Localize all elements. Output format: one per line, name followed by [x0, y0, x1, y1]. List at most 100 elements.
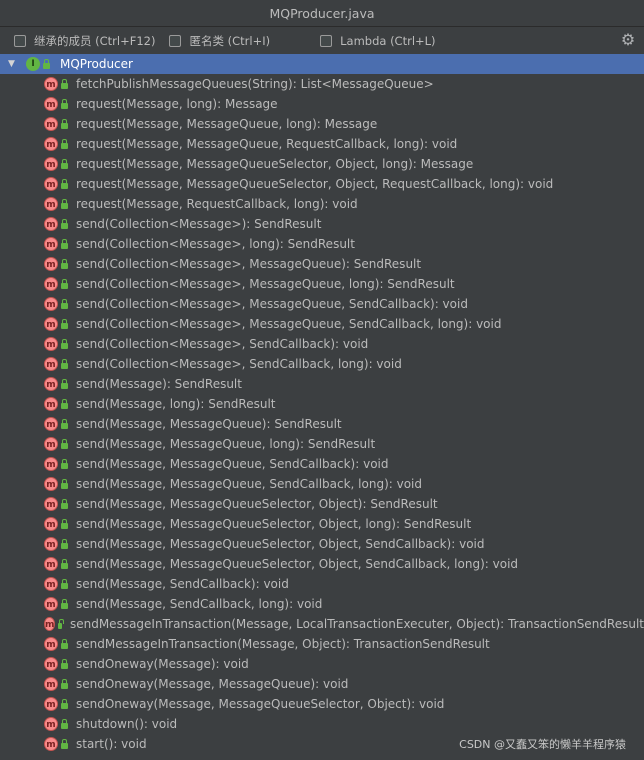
method-icon: m — [44, 137, 58, 151]
tree-method-item[interactable]: m request(Message, RequestCallback, long)… — [0, 194, 644, 214]
method-icon: m — [44, 317, 58, 331]
public-lock-icon — [61, 119, 68, 129]
gear-icon[interactable]: ⚙ — [620, 32, 636, 48]
public-lock-icon — [61, 559, 68, 569]
public-lock-icon — [61, 399, 68, 409]
method-icon: m — [44, 557, 58, 571]
tree-method-item[interactable]: m send(Message): SendResult — [0, 374, 644, 394]
method-icon: m — [44, 177, 58, 191]
public-lock-icon — [61, 679, 68, 689]
tree-root-label: MQProducer — [60, 57, 133, 71]
tree-method-item[interactable]: m send(Collection<Message>, MessageQueue,… — [0, 274, 644, 294]
public-lock-icon — [61, 99, 68, 109]
method-icon: m — [44, 197, 58, 211]
method-signature: send(Message, MessageQueueSelector, Obje… — [76, 517, 472, 531]
tree-method-item[interactable]: m sendOneway(Message): void — [0, 654, 644, 674]
method-signature: request(Message, MessageQueueSelector, O… — [76, 157, 474, 171]
tree-method-item[interactable]: m sendOneway(Message, MessageQueue): void — [0, 674, 644, 694]
public-lock-icon — [61, 339, 68, 349]
tree-method-item[interactable]: m send(Collection<Message>, SendCallback)… — [0, 334, 644, 354]
public-lock-icon — [61, 299, 68, 309]
tree-method-item[interactable]: m send(Collection<Message>, SendCallback,… — [0, 354, 644, 374]
method-signature: send(Message, long): SendResult — [76, 397, 276, 411]
tree-method-item[interactable]: m send(Message, MessageQueue): SendResult — [0, 414, 644, 434]
tree-method-item[interactable]: m send(Message, SendCallback, long): void — [0, 594, 644, 614]
public-lock-icon — [61, 419, 68, 429]
tree-method-item[interactable]: m send(Message, MessageQueue, long): Send… — [0, 434, 644, 454]
tree-root[interactable]: ▼ I MQProducer — [0, 54, 644, 74]
public-lock-icon — [61, 179, 68, 189]
method-signature: send(Message, MessageQueue): SendResult — [76, 417, 342, 431]
tree-method-item[interactable]: m sendMessageInTransaction(Message, Local… — [0, 614, 644, 634]
anonymous-classes-option[interactable]: 匿名类 (Ctrl+I) — [169, 33, 270, 49]
method-signature: sendOneway(Message, MessageQueue): void — [76, 677, 349, 691]
anonymous-classes-checkbox[interactable] — [169, 34, 182, 47]
public-lock-icon — [61, 199, 68, 209]
tree-method-item[interactable]: m send(Collection<Message>, MessageQueue,… — [0, 294, 644, 314]
public-lock-icon — [61, 519, 68, 529]
tree-method-item[interactable]: m request(Message, MessageQueueSelector, … — [0, 174, 644, 194]
public-lock-icon — [61, 239, 68, 249]
method-icon: m — [44, 477, 58, 491]
method-icon: m — [44, 77, 58, 91]
tree-method-item[interactable]: m request(Message, MessageQueueSelector, … — [0, 154, 644, 174]
anonymous-classes-label: 匿名类 (Ctrl+I) — [189, 33, 271, 48]
tree-method-item[interactable]: m send(Message, MessageQueue, SendCallbac… — [0, 454, 644, 474]
method-signature: send(Message, SendCallback, long): void — [76, 597, 323, 611]
tree-method-item[interactable]: m send(Message, MessageQueue, SendCallbac… — [0, 474, 644, 494]
method-signature: send(Message, MessageQueue, SendCallback… — [76, 477, 423, 491]
public-lock-icon — [58, 619, 64, 629]
method-icon: m — [44, 617, 56, 631]
method-icon: m — [44, 737, 58, 751]
tree-method-item[interactable]: m fetchPublishMessageQueues(String): List… — [0, 74, 644, 94]
public-lock-icon — [61, 639, 68, 649]
tree-method-item[interactable]: m sendOneway(Message, MessageQueueSelecto… — [0, 694, 644, 714]
method-signature: request(Message, RequestCallback, long):… — [76, 197, 358, 211]
inherited-members-option[interactable]: 继承的成员 (Ctrl+F12) — [14, 33, 155, 49]
public-lock-icon — [61, 219, 68, 229]
method-signature: send(Message, MessageQueueSelector, Obje… — [76, 537, 485, 551]
method-signature: send(Message, MessageQueueSelector, Obje… — [76, 497, 438, 511]
tree-method-item[interactable]: m request(Message, MessageQueue, long): M… — [0, 114, 644, 134]
tree-method-item[interactable]: m send(Collection<Message>, long): SendRe… — [0, 234, 644, 254]
method-signature: send(Message, MessageQueueSelector, Obje… — [76, 557, 519, 571]
public-lock-icon — [61, 319, 68, 329]
method-signature: sendMessageInTransaction(Message, Object… — [76, 637, 490, 651]
tree-method-item[interactable]: m send(Message, long): SendResult — [0, 394, 644, 414]
tree-method-item[interactable]: m send(Message, MessageQueueSelector, Obj… — [0, 494, 644, 514]
lambda-option[interactable]: Lambda (Ctrl+L) — [320, 34, 436, 48]
tree-method-item[interactable]: m sendMessageInTransaction(Message, Objec… — [0, 634, 644, 654]
method-signature: send(Message, MessageQueue, long): SendR… — [76, 437, 376, 451]
method-icon: m — [44, 637, 58, 651]
tree-method-item[interactable]: m shutdown(): void — [0, 714, 644, 734]
method-signature: request(Message, long): Message — [76, 97, 278, 111]
tree-method-item[interactable]: m send(Message, MessageQueueSelector, Obj… — [0, 534, 644, 554]
public-lock-icon — [61, 599, 68, 609]
tree-method-item[interactable]: m send(Collection<Message>, MessageQueue)… — [0, 254, 644, 274]
method-signature: send(Collection<Message>, MessageQueue, … — [76, 317, 502, 331]
public-lock-icon — [61, 459, 68, 469]
tree-method-item[interactable]: m send(Collection<Message>): SendResult — [0, 214, 644, 234]
chevron-down-icon[interactable]: ▼ — [8, 59, 18, 69]
method-icon: m — [44, 277, 58, 291]
method-icon: m — [44, 537, 58, 551]
tree-method-item[interactable]: m request(Message, long): Message — [0, 94, 644, 114]
public-lock-icon — [61, 659, 68, 669]
method-signature: sendOneway(Message, MessageQueueSelector… — [76, 697, 445, 711]
lambda-checkbox[interactable] — [320, 34, 333, 47]
inherited-members-checkbox[interactable] — [14, 34, 26, 47]
tree-method-item[interactable]: m request(Message, MessageQueue, RequestC… — [0, 134, 644, 154]
method-signature: send(Message, MessageQueue, SendCallback… — [76, 457, 389, 471]
tree-method-item[interactable]: m send(Message, SendCallback): void — [0, 574, 644, 594]
tree-method-item[interactable]: m send(Message, MessageQueueSelector, Obj… — [0, 554, 644, 574]
tree-method-item[interactable]: m send(Collection<Message>, MessageQueue,… — [0, 314, 644, 334]
public-lock-icon — [61, 259, 68, 269]
public-lock-icon — [61, 359, 68, 369]
method-signature: send(Collection<Message>): SendResult — [76, 217, 322, 231]
method-signature: send(Collection<Message>, MessageQueue):… — [76, 257, 422, 271]
method-signature: shutdown(): void — [76, 717, 178, 731]
method-signature: request(Message, MessageQueue, RequestCa… — [76, 137, 458, 151]
method-icon: m — [44, 437, 58, 451]
tree-method-item[interactable]: m send(Message, MessageQueueSelector, Obj… — [0, 514, 644, 534]
public-lock-icon — [61, 719, 68, 729]
